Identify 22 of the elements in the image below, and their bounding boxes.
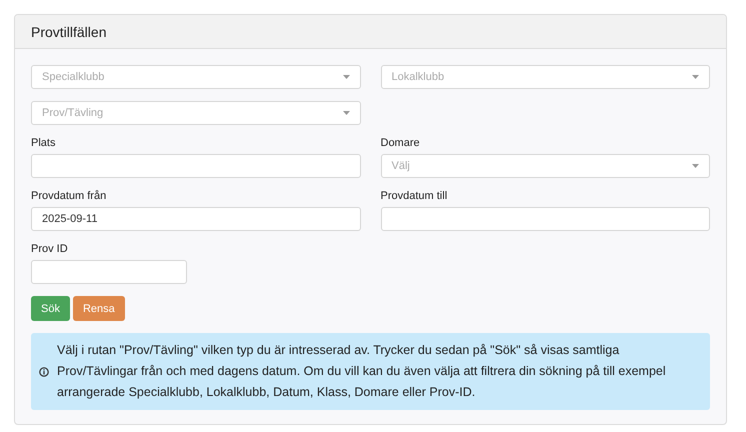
field-label: Provdatum till — [380, 190, 448, 203]
input-field[interactable]: 2025-09-11 — [31, 207, 360, 231]
caret-icon — [342, 111, 350, 115]
caret-icon — [692, 164, 699, 168]
input-field[interactable] — [31, 260, 187, 284]
panel-title: Provtillfällen — [31, 24, 106, 40]
info-icon — [39, 366, 49, 376]
dropdown[interactable]: Prov/Tävling — [31, 101, 360, 125]
field-label: Prov ID — [31, 243, 69, 256]
clear-button[interactable]: Rensa — [72, 296, 125, 321]
caret-icon — [692, 75, 699, 79]
field-label: Plats — [31, 137, 56, 150]
dropdown[interactable]: Lokalklubb — [380, 65, 710, 89]
search-button[interactable]: Sök — [31, 296, 70, 321]
field-label: Domare — [380, 137, 421, 150]
info-text: Välj i rutan "Prov/Tävling" vilken typ du är intresserad av. Trycker du sedan på "Sök" så visas samtliga Prov/Tävlingar från och med dagens datum. Om du vill kan du även välja att filtrera din sökning på till exempel arrangerade Specialklubb, Lokalklubb, Datum, Klass, Domare eller Prov-ID. — [57, 342, 667, 401]
caret-icon — [342, 75, 350, 79]
dropdown[interactable]: Specialklubb — [31, 65, 360, 89]
input-field[interactable] — [380, 207, 710, 231]
field-label: Provdatum från — [31, 190, 108, 203]
dropdown[interactable]: Välj — [380, 154, 710, 178]
input-field[interactable] — [31, 154, 360, 178]
